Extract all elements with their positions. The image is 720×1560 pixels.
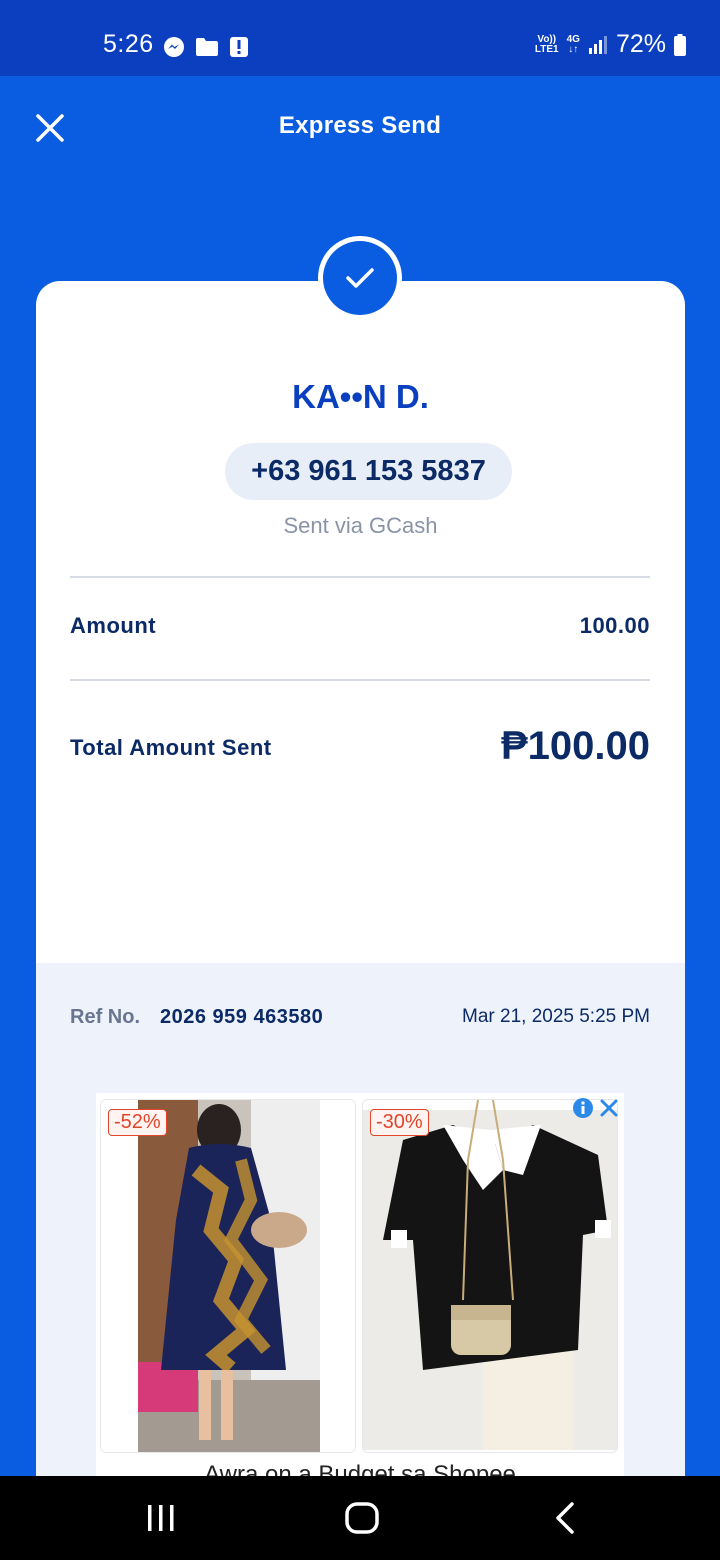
home-icon — [345, 1502, 379, 1534]
divider — [70, 576, 650, 578]
total-label: Total Amount Sent — [70, 735, 272, 760]
ad-close-icon[interactable] — [598, 1097, 620, 1119]
amount-value: 100.00 — [579, 613, 650, 638]
total-value: ₱100.00 — [500, 724, 650, 768]
checkmark-icon — [346, 268, 374, 288]
recipient-name: KA••N D. — [292, 378, 429, 415]
system-nav-bar — [0, 1476, 720, 1560]
discount-badge: -52% — [108, 1109, 167, 1136]
ad-product-card[interactable]: -52% — [100, 1099, 356, 1453]
back-button[interactable] — [545, 1500, 585, 1536]
ad-product-image — [363, 1100, 617, 1452]
receipt-card: KA••N D. +63 961 153 5837 Sent via GCash… — [36, 281, 685, 1481]
success-badge — [318, 236, 402, 320]
discount-badge: -30% — [370, 1109, 429, 1136]
ad-info-icon[interactable] — [572, 1097, 594, 1119]
sent-via-label: Sent via GCash — [283, 513, 438, 538]
divider — [70, 679, 650, 681]
ref-label: Ref No. — [70, 1006, 140, 1028]
amount-label: Amount — [70, 613, 157, 638]
status-right: Vo)) LTE1 4G ↓↑ 72% — [535, 30, 686, 59]
ad-product-card[interactable]: -30% — [362, 1099, 618, 1453]
signal-icon — [588, 35, 607, 54]
app-header: Express Send — [0, 76, 720, 176]
status-bar: 5:26 Vo)) LTE1 4G ↓↑ 72% — [0, 0, 720, 76]
recipient-phone: +63 961 153 5837 — [225, 443, 512, 500]
folder-icon — [196, 38, 218, 56]
ref-number[interactable]: 2026 959 463580 — [160, 1006, 323, 1029]
home-button[interactable] — [342, 1500, 382, 1536]
recent-apps-icon — [148, 1505, 174, 1531]
recent-apps-button[interactable] — [141, 1500, 181, 1536]
ad-banner[interactable]: -52% -30% Awra on a Budget sa Shopee — [96, 1093, 624, 1481]
battery-icon — [674, 33, 686, 56]
page-title: Express Send — [278, 112, 442, 139]
alert-icon — [230, 37, 248, 57]
ad-product-image — [101, 1100, 355, 1452]
notification-icons — [163, 36, 249, 58]
network-type: 4G ↓↑ — [566, 33, 580, 55]
status-time: 5:26 — [103, 30, 154, 58]
battery-percent: 72% — [615, 30, 666, 58]
transaction-date: Mar 21, 2025 5:25 PM — [462, 1006, 650, 1027]
messenger-icon — [164, 37, 184, 57]
success-check — [323, 241, 397, 315]
back-icon — [556, 1502, 574, 1534]
volte-indicator: Vo)) LTE1 — [534, 33, 559, 55]
